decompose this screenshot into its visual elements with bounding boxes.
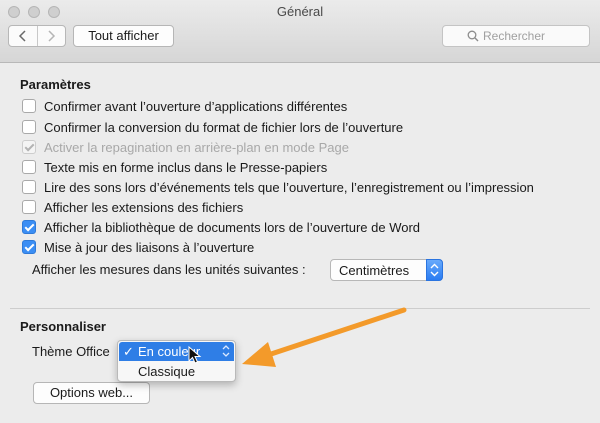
option-row[interactable]: Afficher la bibliothèque de documents lo… — [22, 218, 420, 236]
checkbox-checked[interactable] — [22, 220, 36, 234]
checkbox[interactable] — [22, 99, 36, 113]
annotation-arrow-icon — [242, 307, 407, 367]
option-row[interactable]: Mise à jour des liaisons à l’ouverture — [22, 238, 254, 256]
title-bar: Général Tout afficher — [0, 0, 600, 63]
option-row[interactable]: Lire des sons lors d’événements tels que… — [22, 178, 534, 196]
theme-option-label: Classique — [138, 364, 196, 379]
units-select[interactable]: Centimètres — [330, 259, 443, 281]
mouse-cursor-icon — [188, 346, 202, 364]
option-label: Confirmer la conversion du format de fic… — [44, 119, 404, 135]
checkbox[interactable] — [22, 200, 36, 214]
option-row[interactable]: Afficher les extensions des fichiers — [22, 198, 243, 216]
option-label: Texte mis en forme inclus dans le Presse… — [44, 159, 328, 175]
window-title: Général — [276, 4, 324, 19]
chevron-left-icon — [18, 30, 26, 42]
forward-button[interactable] — [36, 26, 66, 46]
parametres-heading: Paramètres — [20, 77, 91, 92]
units-label: Afficher les mesures dans les unités sui… — [32, 262, 306, 277]
search-icon — [467, 30, 479, 42]
personnaliser-heading: Personnaliser — [20, 319, 106, 334]
units-select-value: Centimètres — [339, 263, 410, 278]
theme-option-classique[interactable]: Classique — [119, 362, 234, 381]
show-all-button[interactable]: Tout afficher — [73, 25, 174, 47]
option-row[interactable]: Confirmer la conversion du format de fic… — [22, 118, 403, 136]
search-input[interactable] — [483, 28, 583, 44]
option-label: Mise à jour des liaisons à l’ouverture — [44, 239, 255, 255]
option-row[interactable]: Texte mis en forme inclus dans le Presse… — [22, 158, 327, 176]
option-label: Confirmer avant l’ouverture d’applicatio… — [44, 98, 348, 114]
checkbox-disabled — [22, 140, 36, 154]
select-stepper — [426, 259, 443, 281]
option-row[interactable]: Confirmer avant l’ouverture d’applicatio… — [22, 97, 347, 115]
preferences-window: Général Tout afficher Paramètres — [0, 0, 600, 423]
back-button[interactable] — [9, 26, 37, 46]
checkbox-checked[interactable] — [22, 240, 36, 254]
option-label: Lire des sons lors d’événements tels que… — [44, 179, 534, 195]
theme-dropdown-menu: ✓ En couleur Classique — [117, 340, 236, 382]
option-label: Activer la repagination en arrière-plan … — [44, 139, 349, 155]
option-label: Afficher les extensions des fichiers — [44, 199, 244, 215]
option-label: Afficher la bibliothèque de documents lo… — [44, 219, 421, 235]
theme-option-en-couleur[interactable]: ✓ En couleur — [119, 342, 234, 361]
web-options-button[interactable]: Options web... — [33, 382, 150, 404]
checkbox[interactable] — [22, 180, 36, 194]
up-down-chevron-icon — [222, 345, 230, 357]
check-mark-icon: ✓ — [123, 344, 134, 359]
checkbox[interactable] — [22, 120, 36, 134]
search-field[interactable] — [442, 25, 590, 47]
theme-label: Thème Office — [32, 344, 110, 359]
checkbox[interactable] — [22, 160, 36, 174]
chevron-right-icon — [48, 30, 56, 42]
up-down-chevron-icon — [430, 263, 439, 277]
navigation-buttons — [8, 25, 66, 47]
option-row: Activer la repagination en arrière-plan … — [22, 138, 349, 156]
